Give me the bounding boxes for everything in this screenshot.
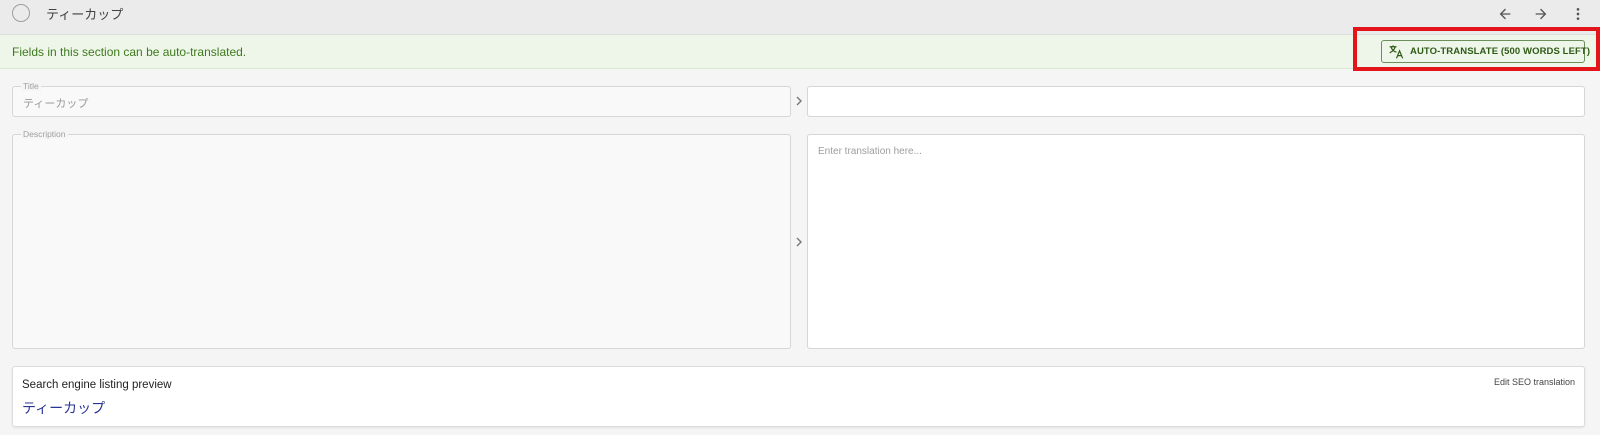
title-source-value: ティーカップ — [23, 98, 89, 110]
seo-preview-title: ティーカップ — [22, 400, 106, 416]
more-options-button[interactable] — [1566, 2, 1590, 26]
title-label: Title — [21, 81, 41, 91]
back-button[interactable] — [1493, 2, 1517, 26]
title-translation-input[interactable] — [807, 86, 1585, 117]
description-placeholder: Enter translation here... — [818, 146, 922, 157]
translate-icon — [1388, 44, 1405, 59]
arrow-left-icon — [1499, 8, 1511, 20]
chevron-right-icon — [793, 236, 805, 248]
seo-preview-card: Search engine listing preview Edit SEO t… — [12, 366, 1585, 427]
status-circle-icon[interactable] — [12, 4, 30, 22]
page-title: ティーカップ — [46, 7, 124, 22]
more-vert-icon — [1576, 8, 1580, 20]
auto-translate-label: AUTO-TRANSLATE (500 WORDS LEFT) — [1410, 46, 1591, 57]
forward-button[interactable] — [1529, 2, 1553, 26]
description-label: Description — [21, 129, 68, 139]
description-translation-input[interactable]: Enter translation here... — [807, 134, 1585, 349]
edit-seo-translation-link[interactable]: Edit SEO translation — [1494, 377, 1575, 387]
notice-text: Fields in this section can be auto-trans… — [12, 45, 247, 59]
title-source-field: Title ティーカップ — [12, 81, 791, 117]
chevron-right-icon — [793, 95, 805, 107]
seo-heading: Search engine listing preview — [22, 379, 172, 391]
auto-translate-button[interactable]: AUTO-TRANSLATE (500 WORDS LEFT) — [1381, 40, 1590, 63]
arrow-right-icon — [1535, 8, 1547, 20]
description-source-field: Description — [12, 129, 791, 349]
